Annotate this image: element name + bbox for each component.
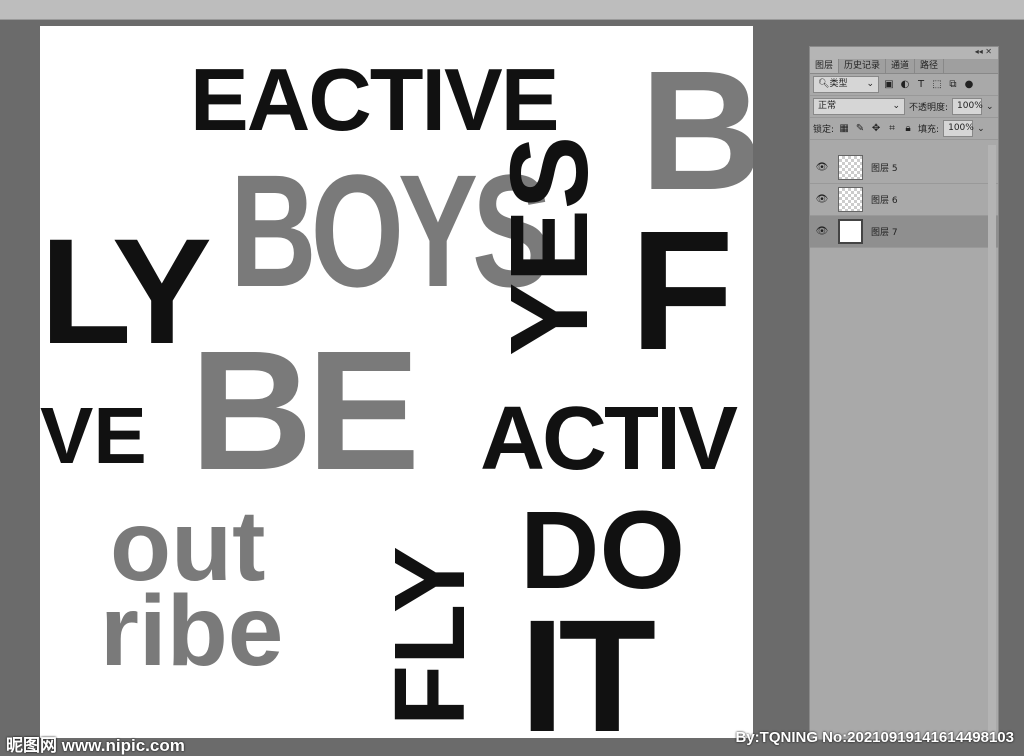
opacity-dropdown[interactable]: ⌄ [986,102,994,112]
lock-position-icon[interactable]: ✥ [870,123,882,134]
art-word: LY [40,207,212,375]
blend-mode-select[interactable]: 正常 ⌄ [813,98,905,115]
art-word: ACTIV [480,389,738,489]
fill-input[interactable]: 100% [943,120,974,137]
filter-kind-select[interactable]: 🔍︎类型 ⌄ [813,76,879,93]
visibility-eye-icon[interactable]: 👁︎ [810,162,834,173]
title-bar [0,0,1024,20]
art-word: B [640,36,753,226]
layer-name: 图层 6 [871,196,898,206]
tab-channels[interactable]: 通道 [886,59,916,73]
lock-all-icon[interactable]: 🔒︎ [902,123,914,134]
document-canvas[interactable]: EACTIVE B BOYS YES LY BE ACTIV VE DO FLY… [40,26,753,738]
lock-image-icon[interactable]: ✎ [854,123,866,134]
art-word: VE [40,391,147,480]
tab-layers[interactable]: 图层 [810,59,840,73]
art-word: F [630,196,734,386]
layer-row[interactable]: 👁︎ 图层 7 [810,216,998,248]
search-icon: 🔍︎ [818,79,830,89]
type-filter-icon[interactable]: T [915,79,927,90]
tab-history[interactable]: 历史记录 [839,59,887,73]
layers-panel: ◂◂ ✕ 图层 历史记录 通道 路径 🔍︎类型 ⌄ ▣ ◐ T ⬚ ⧉ ● 正常 ⌄… [809,46,999,740]
shape-filter-icon[interactable]: ⬚ [931,79,943,90]
art-word: BE [190,316,420,506]
art-word: YES [488,135,611,356]
layer-name: 图层 7 [871,228,898,238]
art-word: FLY [374,546,486,726]
opacity-input[interactable]: 100% [952,98,983,115]
visibility-eye-icon[interactable]: 👁︎ [810,194,834,205]
layer-thumbnail [838,219,863,244]
panel-collapse-close[interactable]: ◂◂ ✕ [810,47,998,59]
watermark-left: 昵图网 www.nipic.com [6,736,185,755]
layer-name: 图层 5 [871,164,898,174]
fill-label: 填充: [918,125,940,135]
panel-scrollbar[interactable] [988,145,996,735]
adjustment-filter-icon[interactable]: ◐ [899,79,911,90]
visibility-eye-icon[interactable]: 👁︎ [810,226,834,237]
lock-artboard-icon[interactable]: ⌗ [886,123,898,134]
layer-thumbnail [838,155,863,180]
lock-transparent-icon[interactable]: ▦ [838,123,850,134]
fill-dropdown[interactable]: ⌄ [977,124,985,134]
opacity-label: 不透明度: [909,103,949,113]
image-filter-icon[interactable]: ▣ [883,79,895,90]
art-word: ribe [100,575,284,687]
layer-row[interactable]: 👁︎ 图层 6 [810,184,998,216]
smart-object-filter-icon[interactable]: ⧉ [947,79,959,90]
layer-row[interactable]: 👁︎ 图层 5 [810,152,998,184]
watermark-right: By:TQNING No:20210919141614498103 [735,729,1014,746]
art-word: IT [520,586,656,739]
tab-paths[interactable]: 路径 [915,59,945,73]
filter-toggle[interactable]: ● [963,79,975,90]
art-word: EACTIVE [190,50,559,149]
layer-thumbnail [838,187,863,212]
lock-label: 锁定: [813,125,835,135]
